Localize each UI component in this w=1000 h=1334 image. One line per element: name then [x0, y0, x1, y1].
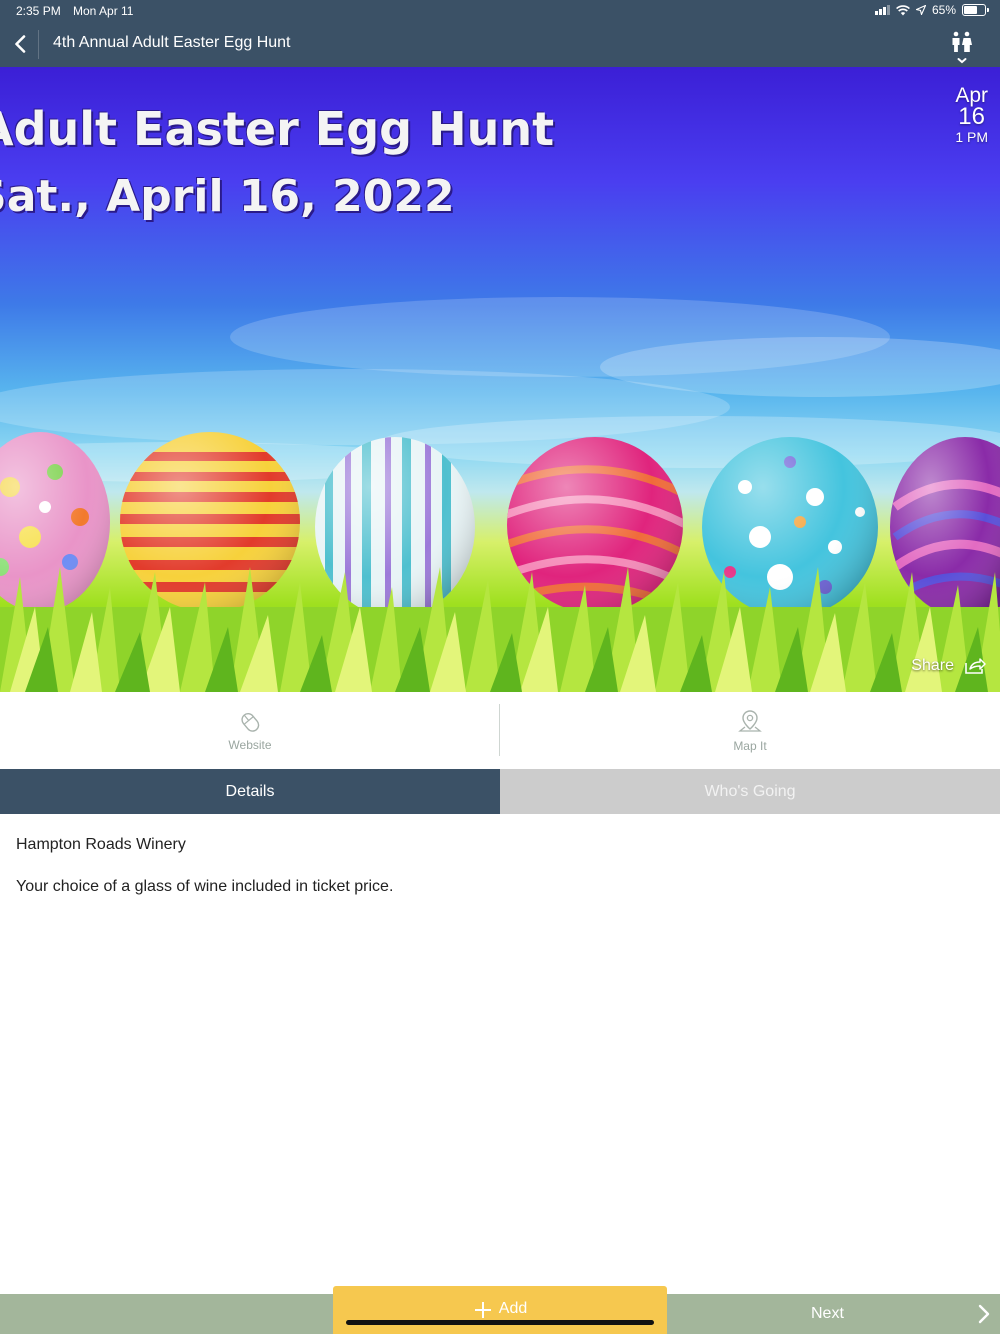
map-it-button[interactable]: Map It	[500, 692, 1000, 769]
wifi-icon	[896, 4, 910, 15]
status-right: 65%	[874, 3, 989, 17]
tab-bar: Details Who's Going	[0, 769, 1000, 814]
plus-icon	[474, 1302, 491, 1318]
nav-bar: 4th Annual Adult Easter Egg Hunt	[0, 22, 1000, 67]
nav-divider	[38, 30, 39, 59]
next-label: Next	[811, 1305, 844, 1322]
map-pin-icon	[738, 709, 762, 732]
family-icon	[952, 31, 972, 64]
status-time: 2:35 PM	[16, 4, 61, 18]
website-button[interactable]: Website	[0, 692, 500, 769]
home-indicator[interactable]	[346, 1320, 654, 1325]
share-button[interactable]: Share	[911, 657, 986, 675]
audience-menu-button[interactable]	[950, 30, 974, 64]
event-description: Your choice of a glass of wine included …	[16, 878, 394, 895]
add-label: Add	[498, 1300, 528, 1317]
share-label: Share	[911, 657, 954, 674]
mouse-icon	[241, 712, 260, 732]
cellular-signal-icon	[874, 5, 890, 15]
next-button[interactable]: Next	[667, 1294, 1000, 1334]
chevron-left-icon	[15, 35, 26, 53]
tab-details[interactable]: Details	[0, 769, 500, 814]
map-it-label: Map It	[733, 738, 767, 753]
action-bar: Website Map It	[0, 692, 1000, 769]
battery-icon	[962, 4, 989, 16]
event-location: Hampton Roads Winery	[16, 836, 186, 853]
website-label: Website	[228, 737, 272, 752]
status-bar: 2:35 PM Mon Apr 11 65%	[0, 0, 1000, 22]
location-arrow-icon	[915, 5, 926, 15]
battery-percent: 65%	[931, 3, 956, 17]
status-date: Mon Apr 11	[73, 4, 134, 18]
event-date-badge: Apr 16 1 PM	[955, 85, 988, 144]
back-button[interactable]	[8, 30, 32, 58]
chevron-right-icon	[978, 1304, 990, 1324]
easter-eggs-illustration	[0, 432, 1000, 692]
details-panel: Hampton Roads Winery Your choice of a gl…	[16, 834, 976, 898]
tab-whos-going[interactable]: Who's Going	[500, 769, 1000, 814]
add-button[interactable]: Add	[333, 1286, 667, 1334]
page-title: 4th Annual Adult Easter Egg Hunt	[53, 34, 291, 51]
event-time: 1 PM	[955, 129, 988, 145]
event-hero-image: Adult Easter Egg Hunt Sat., April 16, 20…	[0, 67, 1000, 692]
action-divider	[499, 704, 500, 756]
share-icon	[965, 658, 986, 674]
event-day: 16	[958, 103, 985, 130]
